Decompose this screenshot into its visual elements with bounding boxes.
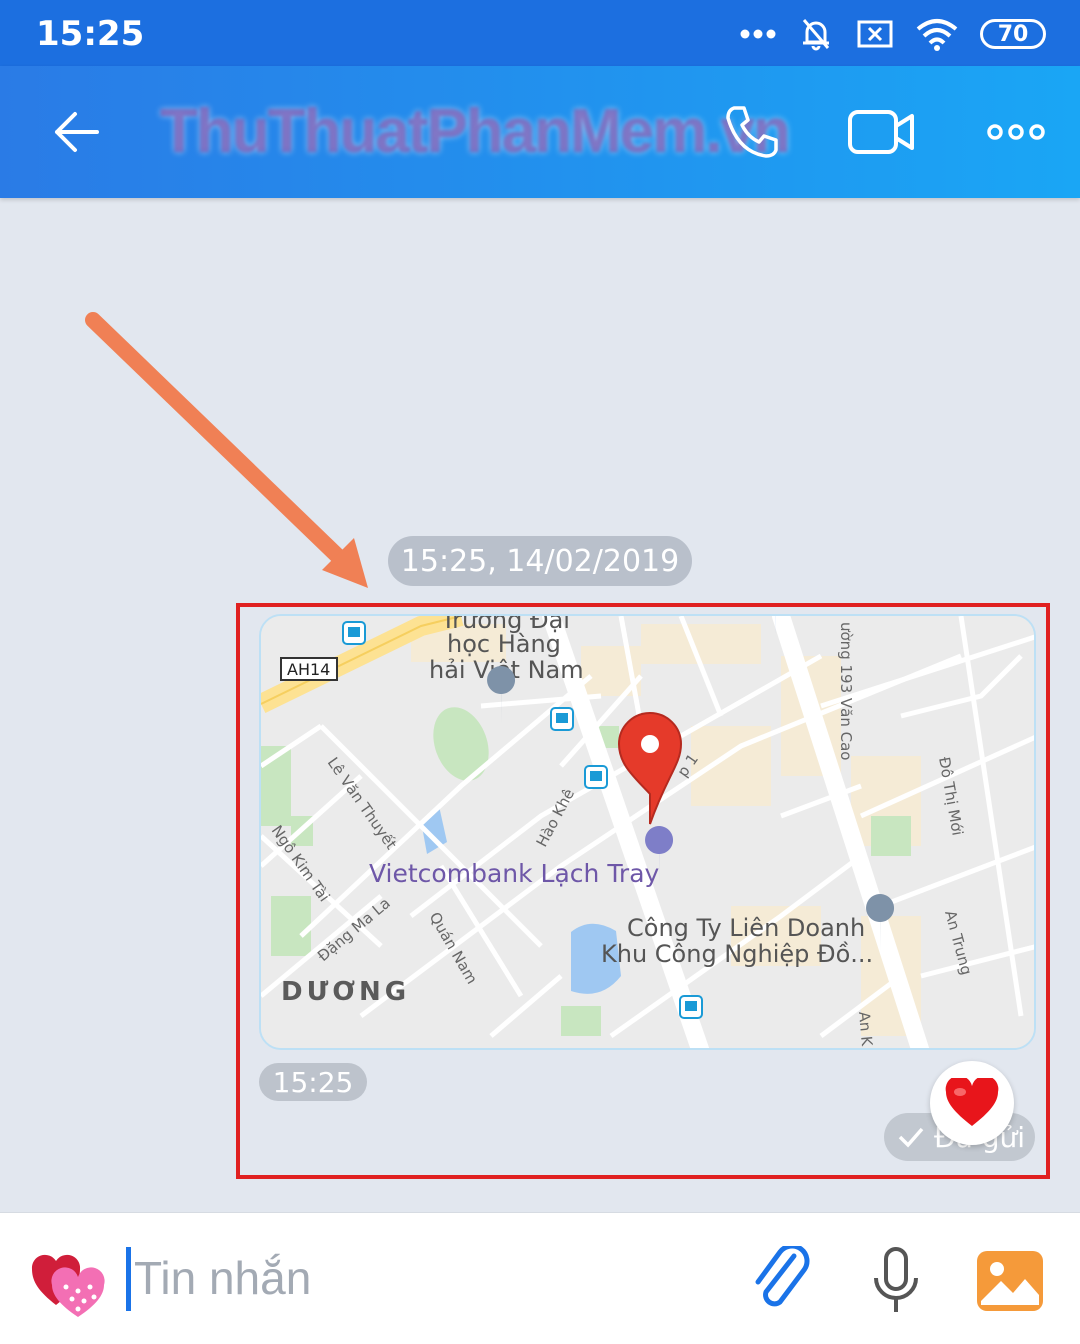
voice-record-button[interactable] — [858, 1243, 934, 1319]
status-icons: 70 — [740, 14, 1046, 54]
check-icon — [898, 1127, 924, 1148]
map-image: Trường Đại học Hàng hải Việt Nam AH14 Vi… — [261, 616, 1034, 1048]
back-arrow-icon — [55, 112, 99, 152]
battery-level: 70 — [997, 21, 1029, 47]
back-button[interactable] — [46, 102, 106, 162]
location-map-message[interactable]: Trường Đại học Hàng hải Việt Nam AH14 Vi… — [259, 614, 1036, 1050]
heart-icon — [945, 1078, 999, 1126]
status-time: 15:25 — [36, 14, 145, 54]
phone-icon — [726, 106, 778, 158]
map-label-company-line2: Khu Công Nghiệp Đồ... — [601, 940, 873, 968]
chat-header: ThuThuatPhanMem.vn — [0, 66, 1080, 198]
map-street-an-k: An K — [855, 1011, 876, 1048]
gallery-button[interactable] — [972, 1243, 1048, 1319]
map-label-company-line1: Công Ty Liên Doanh — [627, 914, 865, 942]
map-label-district: DƯƠNG — [281, 977, 410, 1007]
map-label-poi-line1: học Hàng — [447, 630, 561, 658]
attach-button[interactable] — [744, 1243, 820, 1319]
message-time: 15:25 — [259, 1063, 367, 1101]
sticker-button[interactable] — [30, 1243, 108, 1319]
microphone-icon — [874, 1247, 918, 1312]
more-dots-icon — [740, 29, 776, 39]
map-street-van-cao: ường 193 Văn Cao — [837, 622, 855, 760]
paperclip-icon — [755, 1246, 810, 1307]
video-camera-icon — [848, 110, 914, 154]
sim-x-icon — [857, 20, 893, 48]
wifi-icon — [916, 19, 958, 51]
map-road-shield: AH14 — [287, 660, 330, 679]
more-options-button[interactable] — [980, 96, 1052, 168]
battery-icon: 70 — [980, 19, 1046, 49]
contact-name[interactable]: ThuThuatPhanMem.vn — [160, 96, 791, 167]
voice-call-button[interactable] — [716, 96, 788, 168]
status-bar: 15:25 70 — [0, 0, 1080, 66]
more-options-icon — [987, 124, 1045, 140]
gallery-icon — [977, 1251, 1043, 1311]
message-input[interactable] — [134, 1243, 694, 1313]
reaction-button[interactable] — [930, 1061, 1014, 1145]
chat-area[interactable]: 15:25, 14/02/2019 Trường Đại học Hàng hả… — [0, 198, 1080, 1212]
text-caret — [126, 1247, 131, 1311]
date-stamp: 15:25, 14/02/2019 — [388, 536, 692, 586]
sticker-heart-icon — [31, 1254, 105, 1317]
video-call-button[interactable] — [846, 96, 918, 168]
map-label-bank: Vietcombank Lạch Tray — [369, 859, 660, 888]
bell-off-icon — [802, 19, 830, 51]
message-input-bar — [0, 1212, 1080, 1344]
